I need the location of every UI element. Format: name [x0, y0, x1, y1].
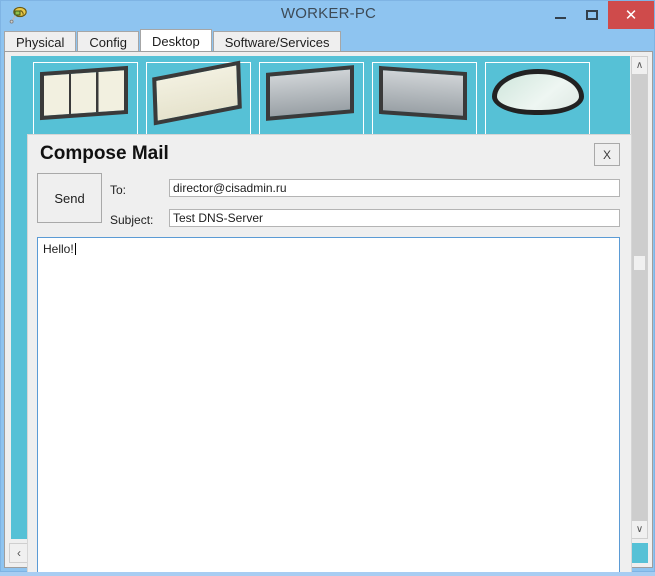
desktop-icon-ip-configuration[interactable]: [259, 62, 364, 140]
scroll-left-icon[interactable]: ‹: [10, 544, 28, 562]
email-icon: [40, 65, 132, 121]
scroll-down-icon[interactable]: ∨: [632, 521, 647, 538]
ip-configuration-icon: [266, 65, 358, 121]
desktop-icon-email[interactable]: [33, 62, 138, 140]
terminal-icon: [379, 65, 471, 121]
worker-pc-window: WORKER-PC ✕ Physical Config Desktop Soft…: [0, 0, 655, 576]
compose-mail-dialog: Compose Mail X Send To: Subject: Hello!: [27, 134, 632, 576]
tab-bar: Physical Config Desktop Software/Service…: [4, 29, 653, 52]
desktop-icon-terminal[interactable]: [372, 62, 477, 140]
close-button[interactable]: ✕: [608, 1, 654, 29]
screenshot-root: WORKER-PC ✕ Physical Config Desktop Soft…: [0, 0, 655, 576]
desktop-vertical-scrollbar[interactable]: ∧ ∨: [631, 56, 648, 539]
to-label: To:: [110, 183, 127, 197]
scroll-up-icon[interactable]: ∧: [632, 57, 647, 74]
subject-label: Subject:: [110, 213, 154, 227]
to-input[interactable]: [169, 179, 620, 197]
dialog-title: Compose Mail: [40, 143, 169, 164]
dialog-close-button[interactable]: X: [594, 143, 620, 166]
desktop-panel: ∧ ∨ ‹ › Compose Mail X Send To: Subject:: [4, 51, 653, 576]
cloud-network-icon: [492, 69, 584, 121]
vertical-scroll-thumb[interactable]: [634, 256, 645, 270]
vertical-scroll-track[interactable]: [632, 74, 647, 521]
maximize-button[interactable]: [576, 1, 608, 29]
background-strip: [0, 572, 655, 576]
message-body-text: Hello!: [43, 242, 74, 256]
web-browser-icon: [152, 60, 245, 126]
window-titlebar: WORKER-PC ✕: [1, 1, 654, 29]
tab-desktop[interactable]: Desktop: [140, 29, 212, 52]
message-body-textarea[interactable]: Hello!: [37, 237, 620, 576]
desktop-icon-cloud-network[interactable]: [485, 62, 590, 140]
scrollbar-corner: [631, 543, 648, 563]
subject-input[interactable]: [169, 209, 620, 227]
tab-physical[interactable]: Physical: [4, 31, 77, 52]
minimize-button[interactable]: [544, 1, 576, 29]
desktop-icon-web-browser[interactable]: [146, 60, 251, 140]
send-button[interactable]: Send: [37, 173, 102, 223]
window-controls: ✕: [544, 1, 654, 29]
text-caret: [74, 243, 76, 255]
tab-software-services[interactable]: Software/Services: [212, 31, 342, 52]
tab-config[interactable]: Config: [77, 31, 139, 52]
